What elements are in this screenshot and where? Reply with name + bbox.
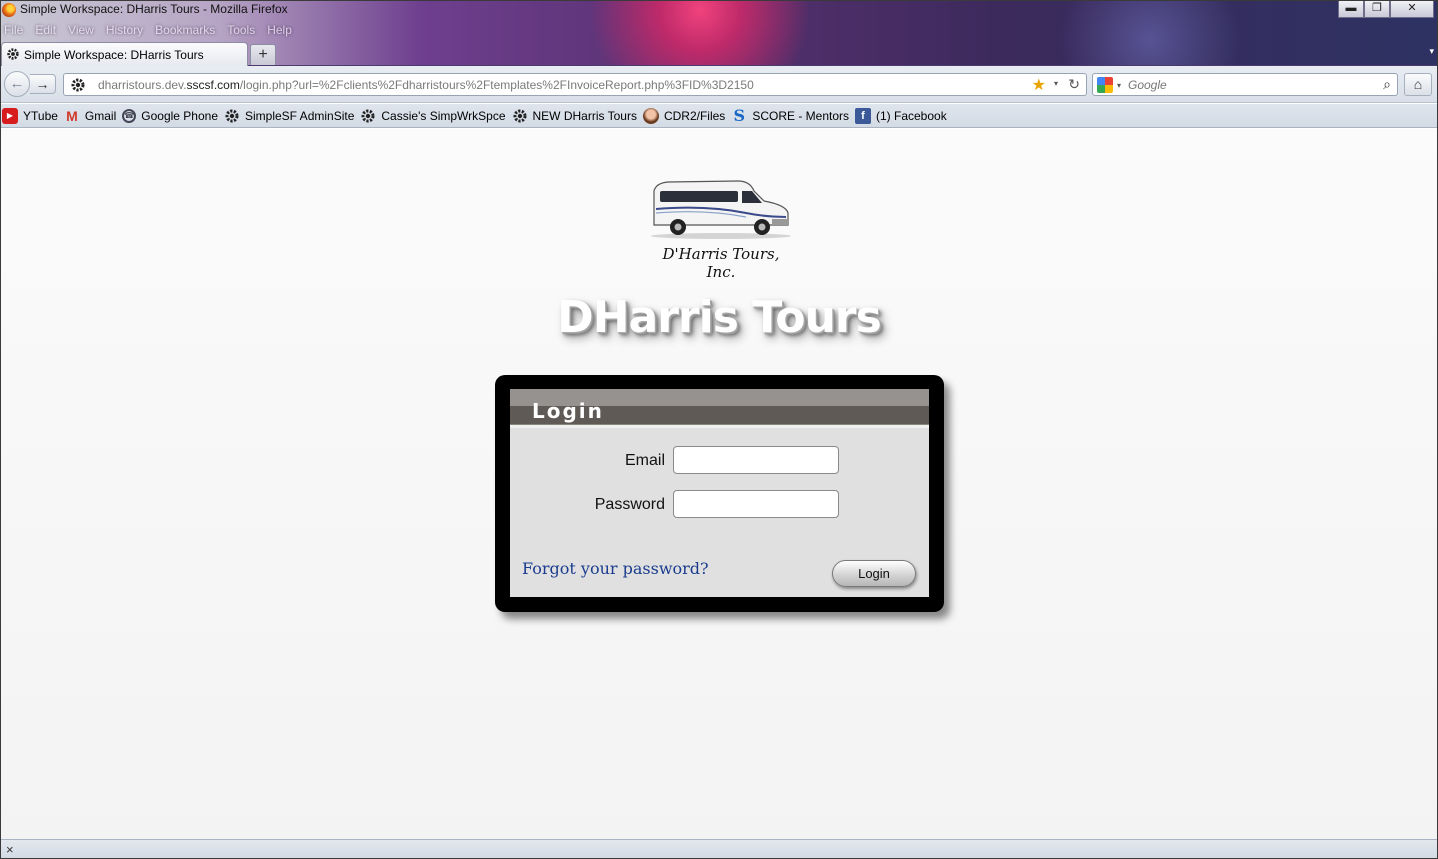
email-field[interactable] xyxy=(673,446,839,474)
tab-list-icon[interactable]: ▾ xyxy=(1429,46,1434,57)
bookmark-score-mentors[interactable]: S SCORE - Mentors xyxy=(731,106,849,125)
password-field[interactable] xyxy=(673,490,839,518)
bookmark-label: Cassie's SimpWrkSpce xyxy=(381,108,506,123)
menu-file[interactable]: File xyxy=(4,23,29,37)
status-bar: × xyxy=(0,839,1438,859)
gear-icon xyxy=(224,108,240,124)
gear-icon xyxy=(512,108,528,124)
forgot-password-link[interactable]: Forgot your password? xyxy=(522,559,709,578)
login-button[interactable]: Login xyxy=(832,560,916,587)
facebook-icon: f xyxy=(855,107,871,124)
page-title: DHarris Tours xyxy=(557,292,882,343)
home-button[interactable]: ⌂ xyxy=(1404,73,1432,96)
search-icon[interactable]: ⌕ xyxy=(1383,76,1391,93)
tab-label: Simple Workspace: DHarris Tours xyxy=(24,48,204,62)
bookmark-label: SimpleSF AdminSite xyxy=(245,108,355,123)
url-history-dropdown-icon[interactable]: ▾ xyxy=(1054,79,1058,88)
page-content: D'Harris Tours, Inc. DHarris Tours Login… xyxy=(1,129,1437,839)
logo-text: D'Harris Tours, Inc. xyxy=(662,245,780,281)
password-label: Password xyxy=(594,496,665,513)
menu-history[interactable]: History xyxy=(106,23,149,37)
bookmark-label: (1) Facebook xyxy=(876,108,947,123)
login-form: Login Email Password Forgot your passwor… xyxy=(510,389,929,597)
login-header: Login xyxy=(510,389,929,424)
email-label: Email xyxy=(624,452,665,469)
search-bar[interactable]: ▾ Google ⌕ xyxy=(1092,73,1398,96)
window-title: Simple Workspace: DHarris Tours - Mozill… xyxy=(20,2,288,16)
company-logo: D'Harris Tours, Inc. xyxy=(646,177,796,281)
site-identity-icon[interactable] xyxy=(70,77,86,96)
menu-help[interactable]: Help xyxy=(267,23,298,37)
url-bar[interactable]: dharristours.dev.sscsf.com/login.php?url… xyxy=(63,73,1087,96)
back-button[interactable]: ← xyxy=(4,71,30,97)
gear-icon xyxy=(6,47,20,64)
menu-edit[interactable]: Edit xyxy=(35,23,62,37)
navigation-toolbar: ← → dharristours.dev.sscsf.com/login.php… xyxy=(0,66,1438,103)
youtube-icon: ▶ xyxy=(2,107,18,124)
bookmark-label: NEW DHarris Tours xyxy=(532,108,637,123)
url-text[interactable]: dharristours.dev.sscsf.com/login.php?url… xyxy=(98,78,754,92)
bookmark-label: YTube xyxy=(23,108,58,123)
menu-tools[interactable]: Tools xyxy=(227,23,261,37)
avatar-icon xyxy=(642,107,659,124)
bookmark-facebook[interactable]: f (1) Facebook xyxy=(855,107,947,124)
bookmark-new-dharris-tours[interactable]: NEW DHarris Tours xyxy=(512,108,637,124)
gear-icon xyxy=(360,108,376,124)
close-icon[interactable]: × xyxy=(6,842,14,857)
phone-icon: ☎ xyxy=(122,108,137,123)
bookmark-google-phone[interactable]: ☎ Google Phone xyxy=(122,108,218,123)
menu-bookmarks[interactable]: Bookmarks xyxy=(155,23,221,37)
bookmark-label: Gmail xyxy=(84,108,117,123)
bookmark-cassies-simpwrkspce[interactable]: Cassie's SimpWrkSpce xyxy=(360,108,506,124)
forward-button[interactable]: → xyxy=(30,74,56,94)
firefox-icon xyxy=(2,3,16,17)
bookmark-label: SCORE - Mentors xyxy=(752,108,849,123)
maximize-button[interactable]: ❐ xyxy=(1364,0,1390,18)
google-engine-icon[interactable] xyxy=(1097,77,1113,93)
search-engine-dropdown-icon[interactable]: ▾ xyxy=(1117,81,1121,90)
bookmark-ytube[interactable]: ▶ YTube xyxy=(2,107,58,124)
window-controls: ▬ ❐ ✕ xyxy=(1338,0,1434,18)
login-panel: Login Email Password Forgot your passwor… xyxy=(495,375,944,612)
reload-icon[interactable]: ↻ xyxy=(1068,76,1080,93)
bookmark-simplesf-adminsite[interactable]: SimpleSF AdminSite xyxy=(224,108,354,124)
close-window-button[interactable]: ✕ xyxy=(1390,0,1434,18)
tab-active[interactable]: Simple Workspace: DHarris Tours xyxy=(1,42,248,66)
bookmark-gmail[interactable]: M Gmail xyxy=(64,108,116,124)
bookmark-cdr2-files[interactable]: CDR2/Files xyxy=(642,107,726,124)
window-titlebar: Simple Workspace: DHarris Tours - Mozill… xyxy=(0,0,1438,66)
menu-bar: File Edit View History Bookmarks Tools H… xyxy=(4,23,304,37)
bookmark-label: CDR2/Files xyxy=(663,108,726,123)
minimize-button[interactable]: ▬ xyxy=(1338,0,1364,18)
gmail-icon: M xyxy=(66,107,78,124)
bookmark-star-icon[interactable]: ★ xyxy=(1032,75,1046,95)
bus-icon xyxy=(651,180,791,239)
bookmarks-toolbar: ▶ YTube M Gmail ☎ Google Phone SimpleSF … xyxy=(0,104,1438,128)
menu-view[interactable]: View xyxy=(68,23,100,37)
bookmark-label: Google Phone xyxy=(141,108,218,123)
search-input[interactable]: Google xyxy=(1128,78,1167,92)
login-heading: Login xyxy=(532,399,604,423)
new-tab-button[interactable]: + xyxy=(250,44,276,65)
header-divider xyxy=(510,424,929,428)
score-icon: S xyxy=(733,106,746,125)
